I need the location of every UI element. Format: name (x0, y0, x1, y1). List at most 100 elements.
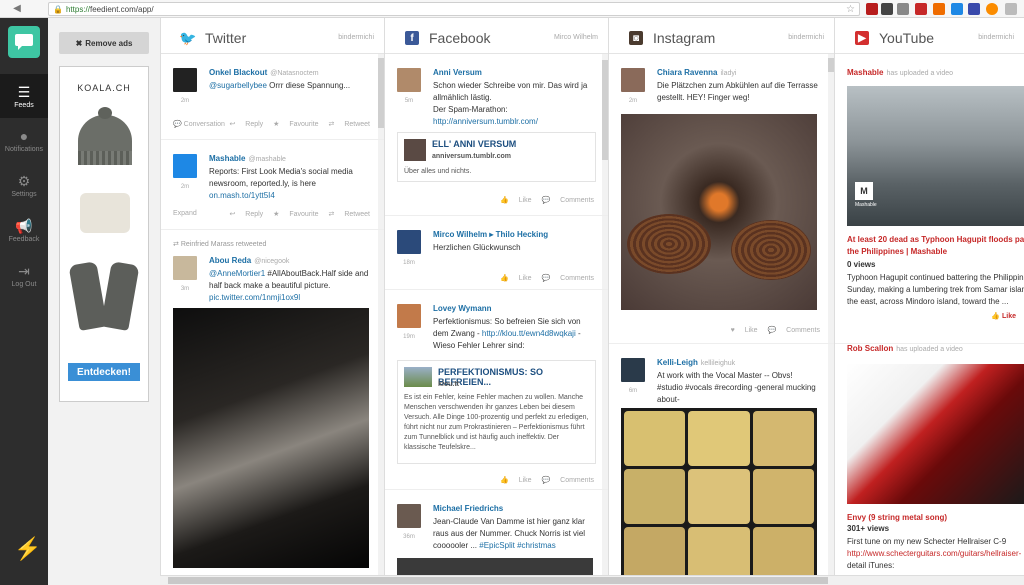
video-title[interactable]: At least 20 dead as Typhoon Hagupit floo… (847, 234, 1024, 258)
lightning-icon[interactable]: ⚡ (14, 536, 41, 562)
post-text: Schon wieder Schreibe von mir. Das wird … (433, 81, 588, 126)
author-name[interactable]: Rob Scallon has uploaded a video (847, 344, 963, 353)
avatar[interactable] (621, 68, 645, 92)
facebook-column: f Facebook Mirco Wilhelm 5m Anni Versum … (384, 18, 608, 585)
like-button[interactable]: 👍 Like (991, 312, 1016, 320)
cookies-tray-left (627, 214, 711, 274)
like-button[interactable]: 👍 Like (500, 477, 532, 484)
sidebar-item-label: Feeds (14, 101, 34, 109)
post-age: 2m (180, 98, 190, 104)
post-text: At work with the Vocal Master -- Obvs! #… (657, 371, 816, 404)
avatar[interactable] (173, 68, 197, 92)
column-header: ▶ YouTube bindermichi (835, 18, 1024, 54)
post-actions: 👍 Like 💬 Comments (492, 476, 594, 484)
tweet: 2m Onkel Blackout @Natasnoctem @sugarbell… (161, 54, 384, 140)
comments-button[interactable]: 💬 Comments (541, 477, 594, 484)
like-button[interactable]: 👍 Like (500, 275, 532, 282)
author-name[interactable]: Mashable @mashable (209, 154, 286, 163)
comments-button[interactable]: 💬 Comments (541, 275, 594, 282)
author-name[interactable]: Mashable has uploaded a video (847, 68, 953, 77)
retweet-button[interactable]: ⇄ Retweet (329, 211, 371, 218)
extension-icon[interactable] (881, 3, 893, 15)
instagram-photo[interactable] (621, 114, 817, 310)
horizontal-scrollbar[interactable] (160, 575, 1024, 585)
back-arrow-icon[interactable]: ◀ (0, 0, 34, 18)
avatar[interactable] (397, 504, 421, 528)
reply-button[interactable]: ↩ Reply (229, 211, 263, 218)
bookmark-star-icon[interactable]: ☆ (846, 4, 855, 15)
sidebar-item-label: Feedback (8, 235, 40, 243)
post-text: Die Plätzchen zum Abkühlen auf die Terra… (657, 81, 818, 102)
avatar[interactable] (173, 256, 197, 280)
comments-button[interactable]: 💬 Comments (767, 327, 820, 334)
address-bar[interactable]: 🔒 https:// feedient.com/app/ ☆ (48, 2, 860, 16)
youtube-post: Rob Scallon has uploaded a video Envy (9 … (835, 344, 1024, 585)
author-name[interactable]: Chiara Ravenna iladyi (657, 68, 736, 77)
ad-cta-button[interactable]: Entdecken! (68, 363, 140, 381)
card-title: ELL' ANNI VERSUM (432, 139, 517, 149)
video-title[interactable]: Envy (9 string metal song) (847, 512, 947, 524)
column-title: Twitter (205, 30, 247, 46)
scrollbar-thumb[interactable] (168, 577, 828, 584)
retweet-button[interactable]: ⇄ Retweet (329, 121, 371, 128)
remove-ads-button[interactable]: ✖ Remove ads (59, 32, 149, 54)
like-button[interactable]: 👍 Like (500, 197, 532, 204)
author-name[interactable]: Mirco Wilhelm ▸ Thilo Hecking (433, 230, 548, 239)
video-description: Typhoon Hagupit continued battering the … (847, 273, 1024, 306)
youtube-column: ▶ YouTube bindermichi Mashable has upload… (834, 18, 1024, 585)
tweet-text: @AnneMortier1 #AllAboutBack.Half side an… (209, 269, 369, 302)
sidebar-item-notifications[interactable]: ● Notifications (0, 118, 48, 162)
sidebar-item-feedback[interactable]: 📢 Feedback (0, 208, 48, 252)
extension-icon[interactable] (915, 3, 927, 15)
extension-icon[interactable] (933, 3, 945, 15)
extension-icon[interactable] (968, 3, 980, 15)
link-preview-card[interactable]: ELL' ANNI VERSUM anniversum.tumblr.com Ü… (397, 132, 596, 182)
favourite-button[interactable]: ★ Favourite (273, 211, 318, 218)
logout-icon: ⇥ (18, 262, 30, 279)
cookies-tray-right (731, 220, 811, 280)
instagram-photo-grid[interactable] (621, 408, 817, 585)
extension-icon[interactable] (986, 3, 998, 15)
tweet-photo[interactable] (173, 308, 369, 568)
column-title: Facebook (429, 30, 491, 46)
avatar[interactable] (173, 154, 197, 178)
reply-button[interactable]: ↩ Reply (229, 121, 263, 128)
author-name[interactable]: Michael Friedrichs (433, 504, 503, 513)
video-thumbnail[interactable]: M Mashable (847, 86, 1024, 226)
video-description: First tune on my new Schecter Hellraiser… (847, 537, 1022, 570)
video-thumbnail[interactable] (847, 364, 1024, 504)
extension-icon[interactable] (951, 3, 963, 15)
avatar[interactable] (397, 230, 421, 254)
feedient-logo[interactable] (8, 26, 40, 58)
extension-icon[interactable] (866, 3, 878, 15)
avatar[interactable] (397, 304, 421, 328)
instagram-column: ◙ Instagram bindermichi 2m Chiara Ravenn… (608, 18, 834, 585)
avatar[interactable] (621, 358, 645, 382)
post-age: 3m (180, 286, 190, 292)
browser-toolbar: ◀ 🔒 https:// feedient.com/app/ ☆ (0, 0, 1024, 18)
like-button[interactable]: ♥ Like (731, 327, 758, 334)
extension-icon[interactable] (897, 3, 909, 15)
close-icon: ✖ (75, 38, 83, 48)
comments-button[interactable]: 💬 Comments (541, 197, 594, 204)
expand-link[interactable]: Expand (173, 210, 197, 217)
author-name[interactable]: Anni Versum (433, 68, 482, 77)
author-name[interactable]: Kelli-Leigh kellileighuk (657, 358, 735, 367)
author-name[interactable]: Lovey Wymann (433, 304, 492, 313)
avatar[interactable] (397, 68, 421, 92)
video-views: 0 views (847, 260, 876, 269)
sidebar-item-feeds[interactable]: ☰ Feeds (0, 74, 48, 118)
menu-icon[interactable] (1005, 3, 1017, 15)
author-name[interactable]: Abou Reda @nicegook (209, 256, 289, 265)
sidebar-item-logout[interactable]: ⇥ Log Out (0, 253, 48, 297)
sidebar-item-settings[interactable]: ⚙ Settings (0, 163, 48, 207)
ad-banner[interactable]: KOALA.CH Entdecken! (59, 66, 149, 402)
facebook-post: 36m Michael Friedrichs Jean-Claude Van D… (385, 490, 608, 585)
author-name[interactable]: Onkel Blackout @Natasnoctem (209, 68, 319, 77)
card-description: Über alles und nichts. (404, 168, 472, 175)
retweet-notice: ⇄ Reinfried Marass retweeted (173, 241, 267, 248)
favourite-button[interactable]: ★ Favourite (273, 121, 318, 128)
conversation-link[interactable]: 💬 Conversation (173, 120, 225, 128)
link-preview-card[interactable]: PERFEKTIONISMUS: SO BEFREIEN... klou.tt … (397, 360, 596, 464)
post-actions: ♥ Like 💬 Comments (723, 326, 820, 334)
